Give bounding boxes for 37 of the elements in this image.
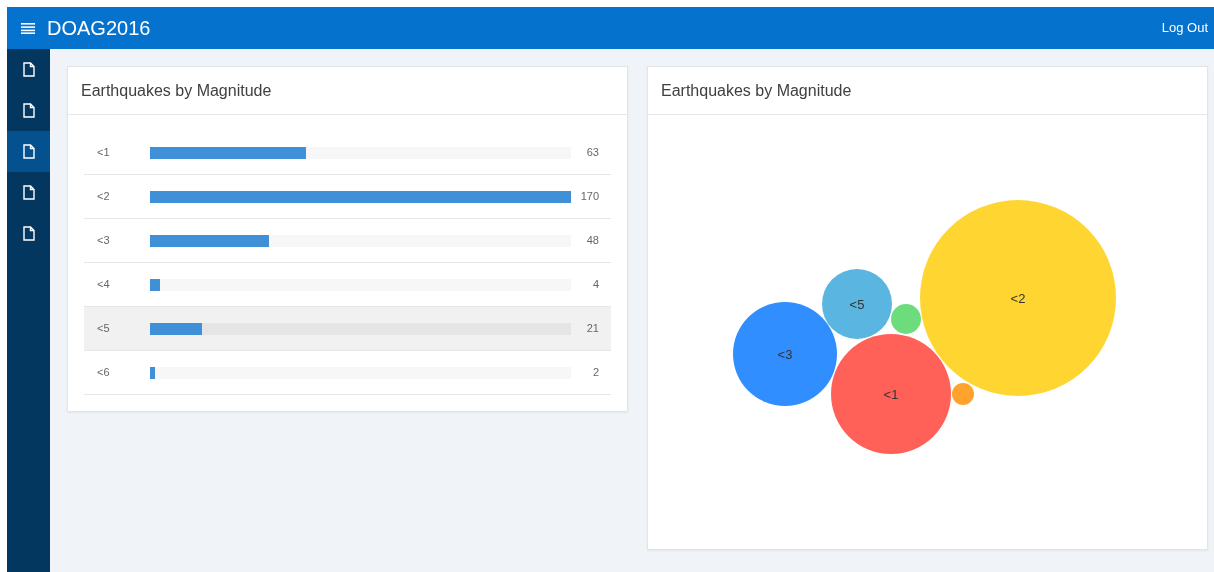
document-icon: [22, 62, 35, 77]
bubble-label: <5: [849, 297, 865, 312]
bar-value: 170: [579, 189, 600, 205]
document-icon: [22, 226, 35, 241]
panel-title: Earthquakes by Magnitude: [81, 80, 272, 101]
log-out-link[interactable]: Log Out: [1161, 18, 1208, 38]
bubble[interactable]: [920, 200, 1116, 396]
menu-icon[interactable]: [21, 22, 35, 34]
bar-row[interactable]: <6 2: [84, 351, 611, 395]
bar-label: <2: [96, 189, 111, 205]
app-title: DOAG2016: [47, 16, 151, 41]
bar-row[interactable]: <5 21: [84, 307, 611, 351]
bar-value: 2: [591, 365, 600, 381]
bar-row[interactable]: <2 170: [84, 175, 611, 219]
document-icon: [22, 185, 35, 200]
panel-title: Earthquakes by Magnitude: [661, 80, 852, 101]
bar-value: 21: [585, 321, 600, 337]
bar-label: <1: [96, 145, 111, 161]
bubble[interactable]: [733, 302, 837, 406]
document-icon: [22, 103, 35, 118]
bubble-label: <3: [777, 347, 793, 362]
bar-label: <6: [96, 365, 111, 381]
bar-value: 63: [585, 145, 600, 161]
bar-label: <5: [96, 321, 111, 337]
bar-row[interactable]: <4 4: [84, 263, 611, 307]
bar-label: <3: [96, 233, 111, 249]
sidebar-item[interactable]: [7, 131, 50, 172]
document-icon: [22, 144, 35, 159]
bubble[interactable]: [822, 269, 892, 339]
bubble[interactable]: [831, 334, 951, 454]
bar-value: 48: [585, 233, 600, 249]
bar-row[interactable]: <3 48: [84, 219, 611, 263]
bubble-label: <2: [1010, 291, 1026, 306]
bar-label: <4: [96, 277, 111, 293]
bubble-label: <1: [883, 387, 899, 402]
bar-value: 4: [591, 277, 600, 293]
bar-row[interactable]: <1 63: [84, 131, 611, 175]
